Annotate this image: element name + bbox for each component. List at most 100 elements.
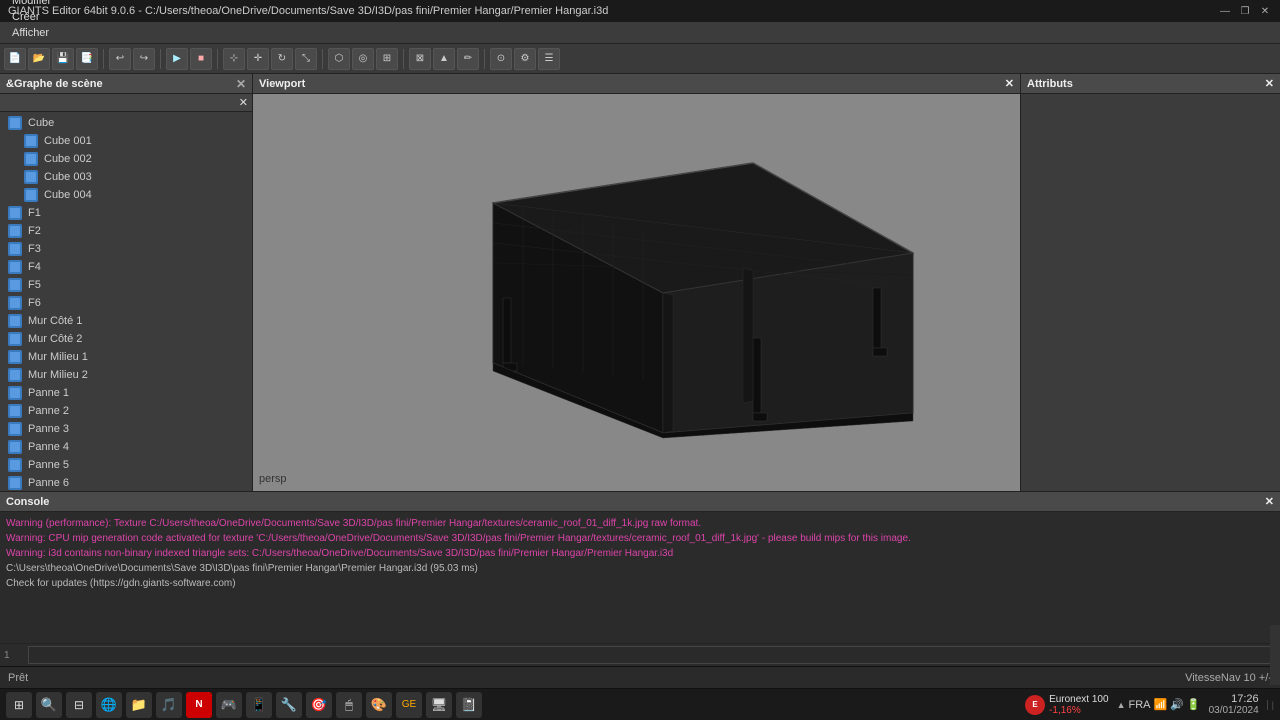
- chrome-button[interactable]: 🌐: [96, 692, 122, 718]
- scene-graph-list[interactable]: CubeCube 001Cube 002Cube 003 Cube 004 F1F2…: [0, 112, 252, 491]
- toolbar-save-as[interactable]: 📑: [76, 48, 98, 70]
- scene-item[interactable]: Panne 6: [0, 474, 252, 491]
- toolbar-new[interactable]: 📄: [4, 48, 26, 70]
- toolbar-stop[interactable]: ■: [190, 48, 212, 70]
- scene-item[interactable]: Panne 5: [0, 456, 252, 474]
- scene-item-icon: [8, 404, 22, 418]
- toolbar-terrain[interactable]: ▲: [433, 48, 455, 70]
- scene-item[interactable]: F6: [0, 294, 252, 312]
- toolbar-save[interactable]: 💾: [52, 48, 74, 70]
- toolbar-scale[interactable]: ⤡: [295, 48, 317, 70]
- scene-graph-header: &Graphe de scène ✕: [0, 74, 252, 94]
- console-close[interactable]: ✕: [1265, 495, 1274, 508]
- scene-item[interactable]: Panne 3: [0, 420, 252, 438]
- toolbar-extra3[interactable]: ☰: [538, 48, 560, 70]
- app7[interactable]: 📱: [246, 692, 272, 718]
- toolbar-view3[interactable]: ⊞: [376, 48, 398, 70]
- toolbar-extra1[interactable]: ⊙: [490, 48, 512, 70]
- scene-item[interactable]: Cube 002: [0, 150, 252, 168]
- scene-item[interactable]: Panne 4: [0, 438, 252, 456]
- scene-graph-sub-close[interactable]: ✕: [239, 96, 248, 109]
- toolbar-sep-6: [484, 49, 485, 69]
- scene-graph-panel: &Graphe de scène ✕ ✕ CubeCube 001Cube 00…: [0, 74, 253, 491]
- stock-indicator: E Euronext 100 -1,16%: [1025, 694, 1109, 716]
- app5[interactable]: N: [186, 692, 212, 718]
- menu-item-modifier[interactable]: Modifier: [4, 0, 59, 9]
- close-button[interactable]: ✕: [1258, 4, 1272, 18]
- scene-item-label: Mur Milieu 1: [28, 351, 88, 363]
- search-button[interactable]: 🔍: [36, 692, 62, 718]
- scene-item[interactable]: Cube 001: [0, 132, 252, 150]
- toolbar-redo[interactable]: ↪: [133, 48, 155, 70]
- toolbar-sep-2: [160, 49, 161, 69]
- toolbar: 📄 📂 💾 📑 ↩ ↪ ▶ ■ ⊹ ✛ ↻ ⤡ ⬡ ◎ ⊞ ⊠ ▲ ✏ ⊙ ⚙ …: [0, 44, 1280, 74]
- toolbar-view1[interactable]: ⬡: [328, 48, 350, 70]
- volume-icon: 🔊: [1170, 698, 1184, 711]
- scene-item-icon: [8, 260, 22, 274]
- system-tray: ▲ FRA 📶 🔊 🔋: [1117, 698, 1201, 711]
- console-input-field[interactable]: [28, 646, 1276, 664]
- taskbar: ⊞ 🔍 ⊟ 🌐 📁 🎵 N 🎮 📱 🔧 🎯 🖱 🎨 GE 🖥 📓 E Euron…: [0, 688, 1280, 720]
- show-desktop-button[interactable]: |: [1267, 700, 1274, 710]
- toolbar-paint[interactable]: ✏: [457, 48, 479, 70]
- app11[interactable]: 🎨: [366, 692, 392, 718]
- scene-item[interactable]: Mur Côté 2: [0, 330, 252, 348]
- scene-item[interactable]: Panne 2: [0, 402, 252, 420]
- scene-item[interactable]: F4: [0, 258, 252, 276]
- files-button[interactable]: 📁: [126, 692, 152, 718]
- menu-bar: FichierModifierCréerAfficherScriptsFenêt…: [0, 22, 1280, 44]
- scene-item[interactable]: F3: [0, 240, 252, 258]
- tray-up-arrow[interactable]: ▲: [1117, 700, 1126, 710]
- app9[interactable]: 🎯: [306, 692, 332, 718]
- start-button[interactable]: ⊞: [6, 692, 32, 718]
- app10[interactable]: 🖱: [336, 692, 362, 718]
- scene-item[interactable]: Mur Côté 1: [0, 312, 252, 330]
- scene-item[interactable]: F1: [0, 204, 252, 222]
- scene-item-icon: [8, 224, 22, 238]
- clock-time: 17:26: [1231, 693, 1259, 705]
- app8[interactable]: 🔧: [276, 692, 302, 718]
- main-content: &Graphe de scène ✕ ✕ CubeCube 001Cube 00…: [0, 74, 1280, 491]
- scene-item[interactable]: Mur Milieu 2: [0, 366, 252, 384]
- scene-item-label: Cube 004: [44, 189, 92, 201]
- app14[interactable]: 📓: [456, 692, 482, 718]
- attributes-close[interactable]: ✕: [1265, 77, 1274, 90]
- viewport-canvas[interactable]: persp: [253, 94, 1020, 491]
- maximize-button[interactable]: ❐: [1238, 4, 1252, 18]
- toolbar-view2[interactable]: ◎: [352, 48, 374, 70]
- scene-item[interactable]: Cube 003: [0, 168, 252, 186]
- scene-item-icon: [24, 188, 38, 202]
- app12[interactable]: GE: [396, 692, 422, 718]
- console-message: C:\Users\theoa\OneDrive\Documents\Save 3…: [6, 561, 1274, 576]
- viewport-close[interactable]: ✕: [1005, 77, 1014, 90]
- task-view-button[interactable]: ⊟: [66, 692, 92, 718]
- app6[interactable]: 🎮: [216, 692, 242, 718]
- minimize-button[interactable]: —: [1218, 4, 1232, 18]
- toolbar-snap[interactable]: ⊠: [409, 48, 431, 70]
- music-button[interactable]: 🎵: [156, 692, 182, 718]
- app13[interactable]: 🖥: [426, 692, 452, 718]
- toolbar-extra2[interactable]: ⚙: [514, 48, 536, 70]
- toolbar-select[interactable]: ⊹: [223, 48, 245, 70]
- window-controls: — ❐ ✕: [1218, 4, 1272, 18]
- scene-item[interactable]: Mur Milieu 1: [0, 348, 252, 366]
- hangar-svg: [413, 123, 973, 463]
- toolbar-open[interactable]: 📂: [28, 48, 50, 70]
- menu-item-afficher[interactable]: Afficher: [4, 25, 59, 41]
- toolbar-play[interactable]: ▶: [166, 48, 188, 70]
- scene-item[interactable]: Cube: [0, 114, 252, 132]
- scene-item[interactable]: Cube 004: [0, 186, 252, 204]
- scene-graph-close[interactable]: ✕: [236, 77, 246, 91]
- scene-item[interactable]: F5: [0, 276, 252, 294]
- toolbar-rotate[interactable]: ↻: [271, 48, 293, 70]
- scene-graph-subheader: ✕: [0, 94, 252, 112]
- attributes-header: Attributs ✕: [1021, 74, 1280, 94]
- toolbar-undo[interactable]: ↩: [109, 48, 131, 70]
- toolbar-move[interactable]: ✛: [247, 48, 269, 70]
- clock-date: 03/01/2024: [1209, 705, 1259, 716]
- console-output: Warning (performance): Texture C:/Users/…: [0, 512, 1280, 643]
- scene-item-label: F4: [28, 261, 41, 273]
- menu-item-créer[interactable]: Créer: [4, 9, 59, 25]
- scene-item[interactable]: Panne 1: [0, 384, 252, 402]
- scene-item[interactable]: F2: [0, 222, 252, 240]
